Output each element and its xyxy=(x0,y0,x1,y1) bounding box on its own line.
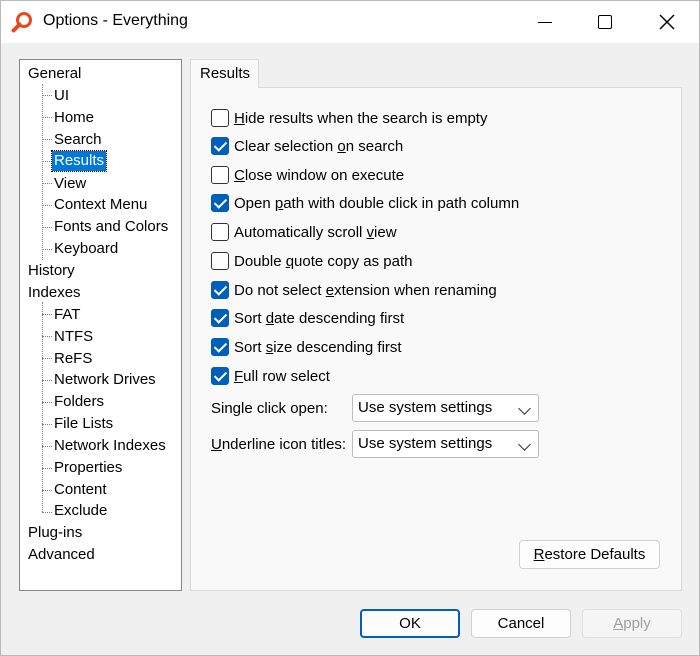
checkbox[interactable] xyxy=(211,309,229,327)
restore-defaults-button[interactable]: Restore Defaults xyxy=(519,540,660,569)
checkbox[interactable] xyxy=(211,252,229,270)
tree-item-fat[interactable]: FAT xyxy=(52,305,82,325)
checkbox[interactable] xyxy=(211,281,229,299)
option-open-path-double-click[interactable]: Open path with double click in path colu… xyxy=(211,193,519,213)
tree-item-folders[interactable]: Folders xyxy=(52,392,106,412)
option-sort-date-descending[interactable]: Sort date descending first xyxy=(211,308,404,328)
tree-item-keyboard[interactable]: Keyboard xyxy=(52,239,120,259)
option-label: Clear selection on search xyxy=(234,137,404,155)
tree-item-exclude[interactable]: Exclude xyxy=(52,501,109,521)
title-bar: Options - Everything xyxy=(1,1,699,43)
option-label: Double quote copy as path xyxy=(234,252,413,270)
tree-item-history[interactable]: History xyxy=(26,261,77,281)
tree-item-general[interactable]: General xyxy=(26,64,83,84)
tree-item-ui[interactable]: UI xyxy=(52,86,71,106)
option-label: Hide results when the search is empty xyxy=(234,109,488,127)
underline-icon-titles-select[interactable]: Use system settings xyxy=(352,430,539,458)
checkbox[interactable] xyxy=(211,367,229,385)
tab-results[interactable]: Results xyxy=(190,59,259,88)
option-label: Do not select extension when renaming xyxy=(234,281,497,299)
options-window: Options - Everything General UI Home Sea… xyxy=(0,0,700,656)
checkbox[interactable] xyxy=(211,166,229,184)
option-label: Sort size descending first xyxy=(234,338,402,356)
minimize-button[interactable] xyxy=(515,1,575,43)
window-title: Options - Everything xyxy=(43,12,188,29)
option-label: Close window on execute xyxy=(234,166,405,184)
single-click-open-select[interactable]: Use system settings xyxy=(352,394,539,422)
option-auto-scroll-view[interactable]: Automatically scroll view xyxy=(211,222,397,242)
option-label: Open path with double click in path colu… xyxy=(234,194,520,212)
option-full-row-select[interactable]: Full row select xyxy=(211,366,330,386)
checkbox[interactable] xyxy=(211,338,229,356)
chevron-down-icon xyxy=(518,438,531,451)
checkbox[interactable] xyxy=(211,223,229,241)
options-tree[interactable]: General UI Home Search Results View Cont… xyxy=(19,59,182,591)
checkbox[interactable] xyxy=(211,194,229,212)
ok-button[interactable]: OK xyxy=(360,609,460,638)
apply-button[interactable]: Apply xyxy=(582,609,682,638)
option-sort-size-descending[interactable]: Sort size descending first xyxy=(211,337,402,357)
maximize-icon xyxy=(598,15,612,29)
underline-icon-titles-label: Underline icon titles: xyxy=(211,436,347,453)
tree-item-network-drives[interactable]: Network Drives xyxy=(52,370,158,390)
magnifier-app-icon xyxy=(11,12,32,33)
select-value: Use system settings xyxy=(358,435,493,452)
tree-item-home[interactable]: Home xyxy=(52,108,96,128)
tree-item-refs[interactable]: ReFS xyxy=(52,349,94,369)
tree-item-ntfs[interactable]: NTFS xyxy=(52,327,95,347)
option-no-select-extension[interactable]: Do not select extension when renaming xyxy=(211,280,497,300)
checkbox[interactable] xyxy=(211,109,229,127)
tree-item-view[interactable]: View xyxy=(52,174,88,194)
tree-item-plug-ins[interactable]: Plug-ins xyxy=(26,523,84,543)
option-close-window[interactable]: Close window on execute xyxy=(211,165,404,185)
tree-item-file-lists[interactable]: File Lists xyxy=(52,414,115,434)
option-clear-selection[interactable]: Clear selection on search xyxy=(211,136,403,156)
option-label: Sort date descending first xyxy=(234,309,405,327)
option-double-quote-copy[interactable]: Double quote copy as path xyxy=(211,251,412,271)
tree-item-fonts-and-colors[interactable]: Fonts and Colors xyxy=(52,217,170,237)
option-label: Full row select xyxy=(234,367,330,385)
tree-item-results[interactable]: Results xyxy=(50,150,108,172)
cancel-button[interactable]: Cancel xyxy=(471,609,571,638)
tree-item-search[interactable]: Search xyxy=(52,130,104,150)
select-value: Use system settings xyxy=(358,399,493,416)
maximize-button[interactable] xyxy=(575,1,635,43)
tree-item-network-indexes[interactable]: Network Indexes xyxy=(52,436,168,456)
tree-item-context-menu[interactable]: Context Menu xyxy=(52,195,149,215)
checkbox[interactable] xyxy=(211,137,229,155)
option-hide-results-empty[interactable]: Hide results when the search is empty xyxy=(211,108,487,128)
single-click-open-label: Single click open: xyxy=(211,400,328,417)
tree-item-indexes[interactable]: Indexes xyxy=(26,283,83,303)
tree-item-advanced[interactable]: Advanced xyxy=(26,545,97,565)
tree-item-content[interactable]: Content xyxy=(52,480,109,500)
minimize-icon xyxy=(538,21,552,23)
option-label: Automatically scroll view xyxy=(234,223,397,241)
tree-item-properties[interactable]: Properties xyxy=(52,458,124,478)
close-button[interactable] xyxy=(637,1,697,43)
chevron-down-icon xyxy=(518,402,531,415)
close-icon xyxy=(659,14,675,30)
